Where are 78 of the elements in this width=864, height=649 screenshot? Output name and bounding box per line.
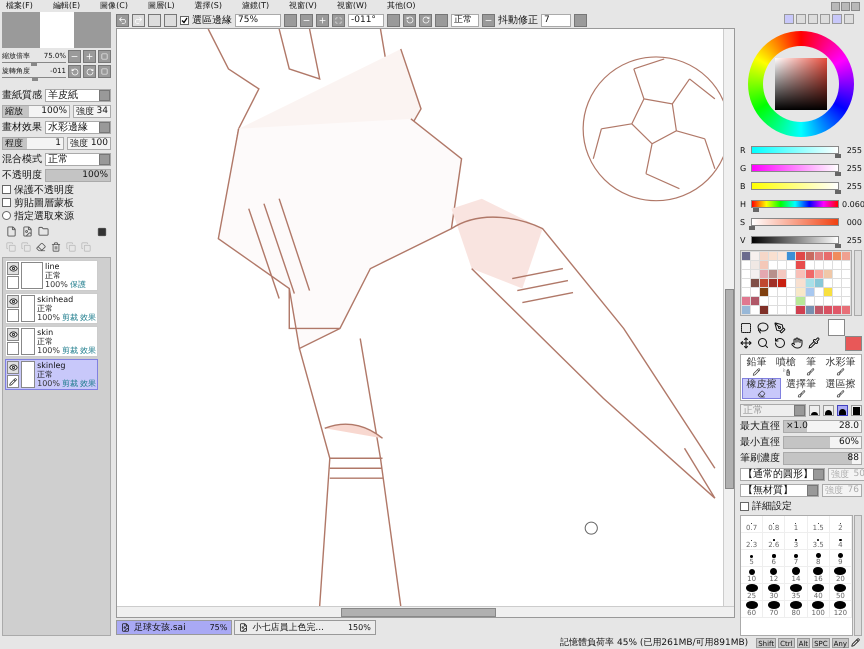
channel-label: R <box>740 146 747 154</box>
menu-item[interactable]: 視窗(V) <box>289 0 324 12</box>
menu-item[interactable]: 濾鏡(T) <box>242 0 276 12</box>
brush-shape-dropdown[interactable]: 【通常的圓形】 <box>740 468 825 480</box>
paper-texture-label: 畫紙質感 <box>2 88 42 102</box>
layer-flag-label: 保護 <box>70 280 86 289</box>
texture-strength-field[interactable]: 強度 34 <box>73 104 111 118</box>
channel-value: 000 <box>846 218 862 226</box>
menu-item[interactable]: 檔案(F) <box>6 0 40 12</box>
layer-mode: 正常 <box>37 337 54 346</box>
layer-opacity: 100% <box>37 313 60 322</box>
channel-value: 255 <box>846 182 862 190</box>
brush-shape-dropdown[interactable]: 【無材質】 <box>740 484 819 496</box>
min-size-label: 最小直徑 <box>740 436 780 449</box>
stabilizer-label: 抖動修正 <box>498 14 538 27</box>
paper-effect-label: 畫材效果 <box>2 120 42 134</box>
advanced-settings-label: 詳細設定 <box>752 500 792 513</box>
layer-flag-label: 效果 <box>80 313 96 322</box>
channel-value: 0.060 <box>842 200 862 208</box>
channel-label: V <box>740 236 746 244</box>
document-tab[interactable]: 足球女孩.sai 75% <box>116 620 232 635</box>
layer-row[interactable]: skin 正常 100% 剪裁 效果 <box>5 326 98 357</box>
layer-flag-label: 剪裁 <box>62 313 78 322</box>
layer-name: skinleg <box>37 361 66 370</box>
layer-name: line <box>45 262 60 271</box>
stabilizer-field[interactable]: 7 <box>541 14 571 26</box>
layer-row[interactable]: skinhead 正常 100% 剪裁 效果 <box>5 293 98 324</box>
opacity-slider[interactable]: 100% <box>45 168 111 182</box>
document-tab[interactable]: 小七店員上色完... 150% <box>234 620 376 635</box>
option-label: 指定選取來源 <box>14 210 74 222</box>
layer-flag-label: 效果 <box>80 379 96 388</box>
angle-field[interactable]: -011° <box>348 14 384 26</box>
brush-tool[interactable]: 橡皮擦 <box>742 378 781 399</box>
max-size-slider[interactable]: ×1.0 28.0 <box>783 420 862 432</box>
opacity-label: 不透明度 <box>2 168 42 182</box>
layer-opacity: 100% <box>37 346 60 355</box>
channel-label: G <box>740 164 748 172</box>
option-label: 保護不透明度 <box>14 184 74 196</box>
menu-item[interactable]: 圖像(C) <box>100 0 135 12</box>
menu-item[interactable]: 選擇(S) <box>194 0 229 12</box>
density-slider[interactable]: 88 <box>783 452 862 464</box>
layer-opacity: 100% <box>37 379 60 388</box>
effect-strength-field[interactable]: 強度 100 <box>67 136 111 150</box>
channel-value: 255 <box>846 164 862 172</box>
layer-flag-label: 剪裁 <box>62 346 78 355</box>
menu-item[interactable]: 其他(O) <box>387 0 423 12</box>
channel-value: 255 <box>846 236 862 244</box>
max-size-label: 最大直徑 <box>740 420 780 433</box>
min-size-slider[interactable]: 60% <box>783 436 862 448</box>
option-label: 剪貼圖層蒙板 <box>14 196 74 210</box>
layer-name: skin <box>37 328 54 337</box>
effect-width-field[interactable]: 程度 1 <box>2 136 64 150</box>
layer-name: skinhead <box>37 295 74 304</box>
memory-status: 記憶體負荷率 45% (已用261MB/可用891MB) <box>560 636 748 649</box>
menu-item[interactable]: 視窗(W) <box>336 0 374 12</box>
layer-mode: 正常 <box>37 370 54 379</box>
blend-mode-label: 混合模式 <box>2 152 42 166</box>
view-mode-field[interactable]: 正常 <box>451 14 479 26</box>
channel-label: B <box>740 182 746 190</box>
layer-row[interactable]: line 正常 100% 保護 <box>5 260 98 291</box>
paper-effect-dropdown[interactable]: 水彩邊緣 <box>45 120 111 134</box>
density-label: 筆刷濃度 <box>740 452 780 465</box>
layer-opacity: 100% <box>45 280 68 289</box>
texture-scale-field[interactable]: 縮放 100% <box>2 104 70 118</box>
layer-mode: 正常 <box>37 304 54 313</box>
zoom-field[interactable]: 75% <box>235 14 281 26</box>
menu-item[interactable]: 編輯(E) <box>52 0 88 12</box>
channel-label: S <box>740 218 746 226</box>
layer-flag-label: 剪裁 <box>62 379 78 388</box>
blend-mode-dropdown[interactable]: 正常 <box>45 152 111 166</box>
channel-label: H <box>740 200 748 208</box>
layer-flag-label: 效果 <box>80 346 96 355</box>
channel-value: 255 <box>846 146 862 154</box>
layer-mode: 正常 <box>45 271 62 280</box>
paper-texture-dropdown[interactable]: 羊皮紙 <box>45 88 111 102</box>
menu-item[interactable]: 圖層(L) <box>148 0 182 12</box>
layer-row[interactable]: skinleg 正常 100% 剪裁 效果 <box>5 359 98 390</box>
selection-edge-label: 選區邊緣 <box>192 14 232 27</box>
